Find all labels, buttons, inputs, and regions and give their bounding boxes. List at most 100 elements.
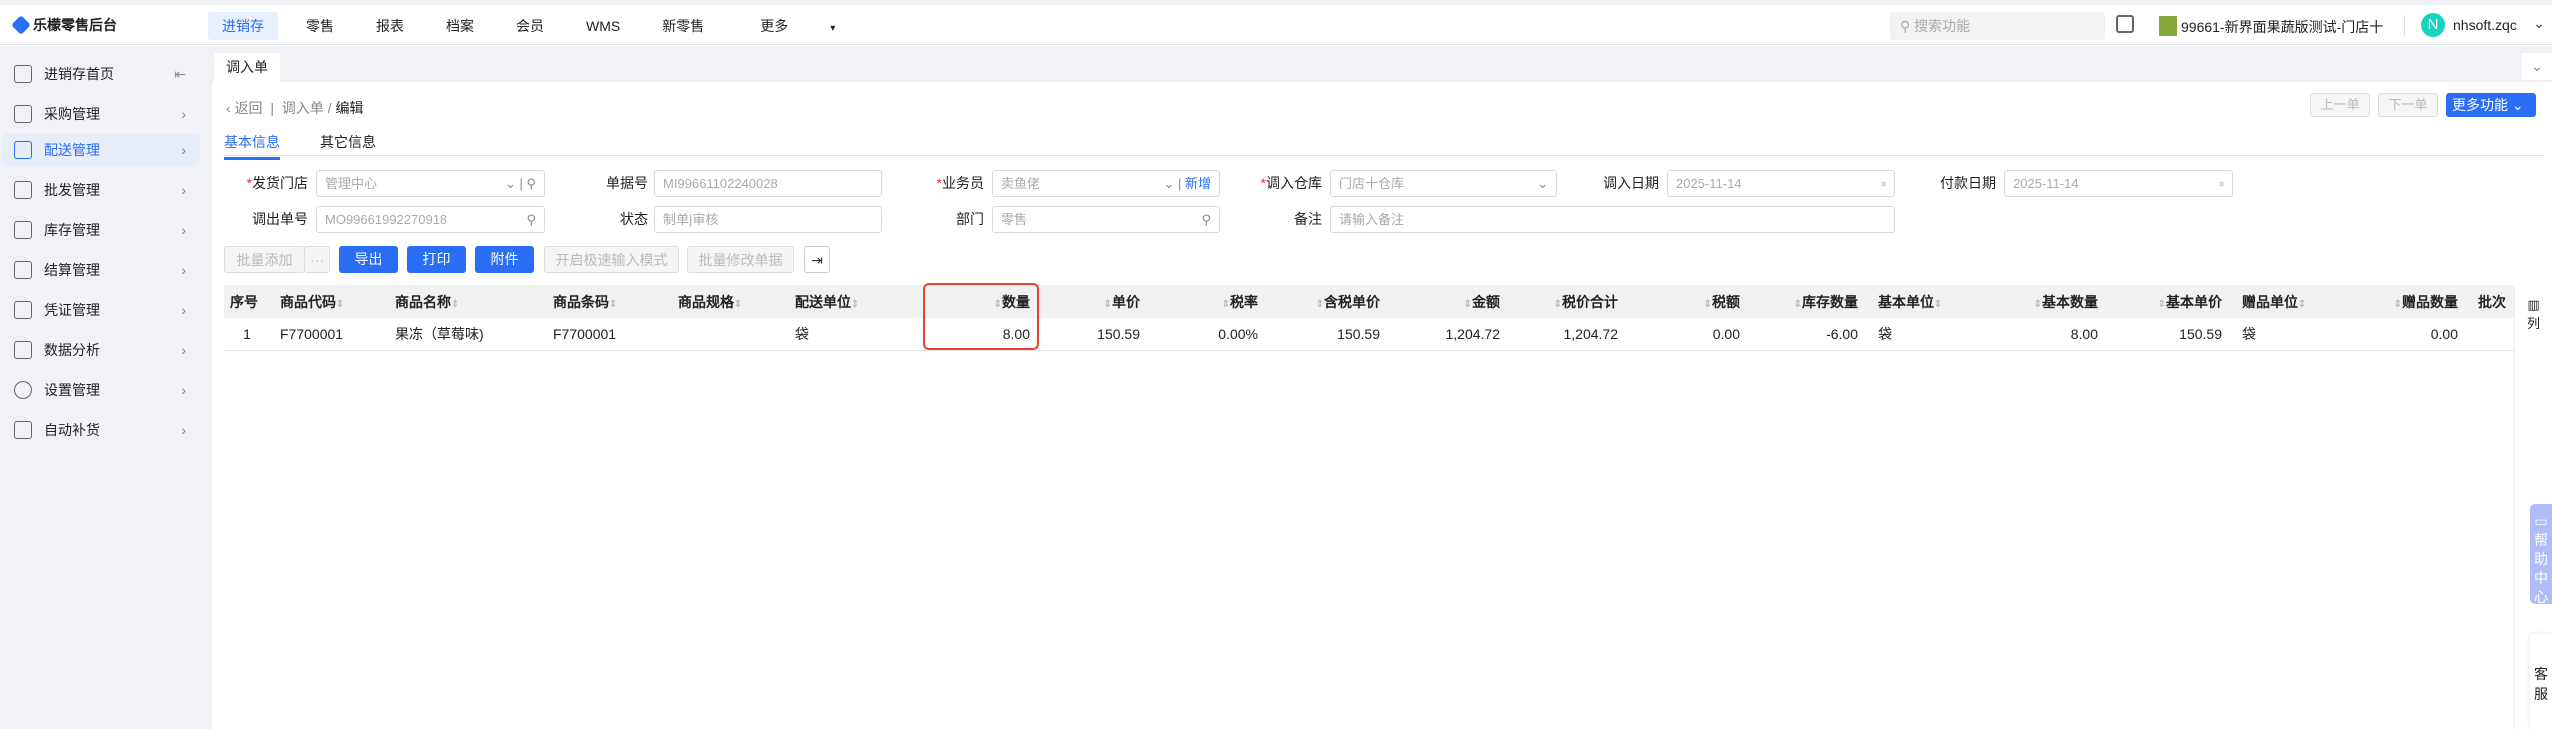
nav-more-label: 更多 [760, 18, 789, 34]
store-name[interactable]: 99661-新界面果蔬版测试-门店十 [2181, 17, 2383, 37]
column-header[interactable]: 商品名称⇕ [385, 285, 543, 318]
sidebar-item-inventory[interactable]: 库存管理 › [2, 213, 200, 247]
column-header[interactable]: ⇕单价 [1040, 285, 1150, 318]
search-icon[interactable]: ⚲ [1201, 207, 1211, 232]
table-row[interactable]: 1 F7700001 果冻（草莓味) F7700001 袋 8.00 150.59 0.00%… [224, 318, 2516, 351]
in-warehouse-select[interactable]: 门店十仓库 ⌄ [1330, 170, 1557, 197]
fast-input-mode-button[interactable]: 开启极速输入模式 [544, 246, 679, 273]
column-header[interactable]: ⇕赠品数量 [2348, 285, 2468, 318]
column-header[interactable]: ⇕基本数量 [1988, 285, 2108, 318]
column-header[interactable]: 批次 [2468, 285, 2516, 318]
column-header[interactable]: 商品代码⇕ [270, 285, 385, 318]
column-header[interactable]: ⇕税额 [1628, 285, 1750, 318]
remark-input[interactable]: 请输入备注 [1330, 206, 1895, 233]
nav-item[interactable]: WMS [572, 12, 634, 40]
sort-icon[interactable]: ⇕ [2394, 299, 2402, 310]
export-button[interactable]: 导出 [339, 246, 398, 273]
sort-icon[interactable]: ⇕ [1554, 299, 1562, 310]
send-store-select[interactable]: 管理中心 ⌄ | ⚲ [316, 170, 545, 197]
sort-icon[interactable]: ⇕ [2158, 299, 2166, 310]
sidebar-item-settlement[interactable]: 结算管理 › [2, 253, 200, 287]
more-functions-button[interactable]: 更多功能 ⌄ [2446, 93, 2536, 117]
column-header[interactable]: ⇕税价合计 [1510, 285, 1628, 318]
sidebar-item-home[interactable]: 进销存首页 ⇤ [2, 57, 200, 91]
app-logo[interactable]: 乐檬零售后台 [11, 15, 117, 35]
nav-item[interactable]: 新零售 [648, 12, 718, 40]
sort-icon[interactable]: ⇕ [1934, 299, 1942, 310]
column-header[interactable]: ⇕库存数量 [1750, 285, 1868, 318]
sort-icon[interactable]: ⇕ [1464, 299, 1472, 310]
doc-no-field[interactable]: MI99661102240028 [654, 170, 882, 197]
nav-item[interactable]: 进销存 [208, 12, 278, 40]
column-align-icon[interactable]: ⇥ [804, 246, 830, 273]
sort-icon[interactable]: ⇕ [609, 299, 617, 310]
printer-icon[interactable] [2116, 15, 2134, 33]
column-header[interactable]: ⇕金额 [1390, 285, 1510, 318]
table-cell: 8.00 [1988, 318, 2108, 351]
add-clerk-link[interactable]: 新增 [1185, 176, 1211, 191]
prev-doc-button[interactable]: 上一单 [2310, 93, 2370, 117]
sidebar-item-settings[interactable]: 设置管理 › [2, 373, 200, 407]
sort-icon[interactable]: ⇕ [1704, 299, 1712, 310]
sidebar-item-analytics[interactable]: 数据分析 › [2, 333, 200, 367]
sort-icon[interactable]: ⇕ [1104, 299, 1112, 310]
nav-item[interactable]: 报表 [362, 12, 418, 40]
sort-icon[interactable]: ⇕ [1222, 299, 1230, 310]
sort-icon[interactable]: ⇕ [851, 299, 859, 310]
sort-icon[interactable]: ⇕ [734, 299, 742, 310]
search-input[interactable]: ⚲ 搜索功能 [1890, 12, 2105, 40]
out-no-field[interactable]: MO99661992270918 ⚲ [316, 206, 545, 233]
column-header[interactable]: 配送单位⇕ [785, 285, 910, 318]
sidebar-item-wholesale[interactable]: 批发管理 › [2, 173, 200, 207]
column-header[interactable]: 商品规格⇕ [668, 285, 785, 318]
clerk-select[interactable]: 卖鱼佬 ⌄ | 新增 [992, 170, 1220, 197]
pay-date-label: 付款日期 [1940, 175, 1996, 191]
tab-transfer-in[interactable]: 调入单 [214, 53, 280, 82]
column-header[interactable]: 序号 [224, 285, 270, 318]
sort-icon[interactable]: ⇕ [2298, 299, 2306, 310]
doc-no-label: 单据号 [606, 175, 648, 191]
sort-icon[interactable]: ⇕ [2034, 299, 2042, 310]
sort-icon[interactable]: ⇕ [336, 299, 344, 310]
sidebar-item-distribution[interactable]: 配送管理 › [2, 133, 200, 167]
search-icon[interactable]: ⌄ | ⚲ [505, 171, 536, 196]
batch-add-more-button[interactable]: ··· [304, 246, 330, 273]
column-settings-label: 列 [2526, 316, 2540, 331]
column-header[interactable]: 商品条码⇕ [543, 285, 668, 318]
column-header[interactable]: ⇕含税单价 [1268, 285, 1390, 318]
breadcrumb-parent[interactable]: 调入单 [282, 100, 324, 116]
sidebar-item-voucher[interactable]: 凭证管理 › [2, 293, 200, 327]
next-doc-button[interactable]: 下一单 [2378, 93, 2438, 117]
batch-add-button[interactable]: 批量添加 [224, 246, 305, 273]
chevron-down-icon[interactable]: ⌄ [2522, 53, 2552, 80]
nav-item[interactable]: 零售 [292, 12, 348, 40]
customer-service-button[interactable]: 客服 [2530, 634, 2552, 729]
column-header[interactable]: ⇕基本单价 [2108, 285, 2232, 318]
in-date-picker[interactable]: 2025-11-14 ▫ [1667, 170, 1895, 197]
avatar[interactable]: N [2421, 13, 2445, 37]
nav-item[interactable]: 会员 [502, 12, 558, 40]
sort-icon[interactable]: ⇕ [1794, 299, 1802, 310]
user-name[interactable]: nhsoft.zqc [2453, 17, 2517, 33]
chevron-right-icon: › [181, 342, 186, 358]
sidebar-item-purchase[interactable]: 采购管理 › [2, 97, 200, 131]
dept-field[interactable]: 零售 ⚲ [992, 206, 1220, 233]
column-header[interactable]: 基本单位⇕ [1868, 285, 1988, 318]
column-header[interactable]: ⇕税率 [1150, 285, 1268, 318]
search-icon[interactable]: ⚲ [526, 207, 536, 232]
help-center-button[interactable]: ▭ 帮助中心 [2530, 504, 2552, 605]
nav-item-more[interactable]: 更多 ▾ [732, 12, 877, 40]
chevron-down-icon[interactable]: ⌄ [2533, 15, 2545, 32]
back-link[interactable]: ‹ 返回 [226, 100, 263, 116]
collapse-icon[interactable]: ⇤ [174, 66, 186, 83]
attachment-button[interactable]: 附件 [475, 246, 534, 273]
sidebar-item-replenish[interactable]: 自动补货 › [2, 413, 200, 447]
print-button[interactable]: 打印 [407, 246, 466, 273]
table-cell: 袋 [785, 318, 910, 351]
column-header[interactable]: 赠品单位⇕ [2232, 285, 2348, 318]
nav-item[interactable]: 档案 [432, 12, 488, 40]
sort-icon[interactable]: ⇕ [451, 299, 459, 310]
batch-edit-button[interactable]: 批量修改单据 [687, 246, 794, 273]
pay-date-picker[interactable]: 2025-11-14 ▫ [2004, 170, 2233, 197]
sort-icon[interactable]: ⇕ [1316, 299, 1324, 310]
